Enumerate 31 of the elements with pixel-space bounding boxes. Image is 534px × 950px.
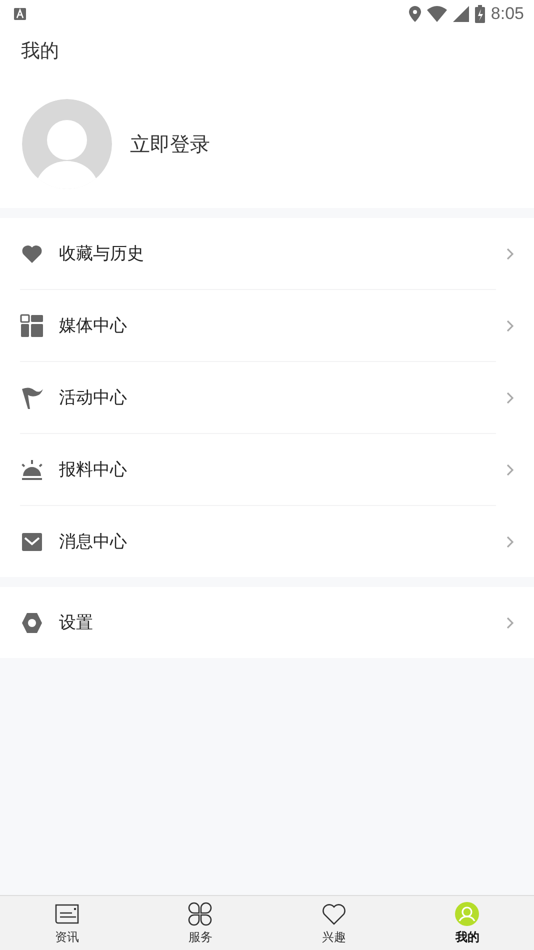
siren-icon <box>20 458 44 482</box>
settings-icon <box>20 610 44 634</box>
flag-icon <box>20 386 44 410</box>
avatar-icon[interactable] <box>22 99 112 189</box>
app-notification-icon <box>14 8 26 20</box>
user-icon <box>454 900 480 926</box>
chevron-right-icon <box>506 320 514 332</box>
wifi-icon <box>426 6 447 22</box>
battery-charging-icon <box>474 5 485 23</box>
nav-tab[interactable]: 资讯 <box>0 896 134 950</box>
menu-item[interactable]: 媒体中心 <box>0 290 534 361</box>
chevron-right-icon <box>506 536 514 548</box>
chevron-right-icon <box>506 392 514 404</box>
menu-item[interactable]: 设置 <box>0 587 534 658</box>
signal-icon <box>452 6 469 22</box>
menu-item[interactable]: 收藏与历史 <box>0 218 534 289</box>
menu-item[interactable]: 报料中心 <box>0 434 534 505</box>
page-title: 我的 <box>21 39 60 64</box>
nav-tab[interactable]: 服务 <box>134 896 267 950</box>
menu-item[interactable]: 活动中心 <box>0 362 534 433</box>
nav-tab[interactable]: 我的 <box>400 896 534 950</box>
chevron-right-icon <box>506 464 514 476</box>
login-link[interactable]: 立即登录 <box>130 130 210 158</box>
location-icon <box>408 6 421 22</box>
chevron-right-icon <box>506 248 514 260</box>
dashboard-icon <box>20 314 44 338</box>
status-time: 8:05 <box>490 4 524 24</box>
chevron-right-icon <box>506 616 514 628</box>
menu-item[interactable]: 消息中心 <box>0 506 534 577</box>
nav-tab[interactable]: 兴趣 <box>267 896 400 950</box>
clover-icon <box>187 900 214 926</box>
